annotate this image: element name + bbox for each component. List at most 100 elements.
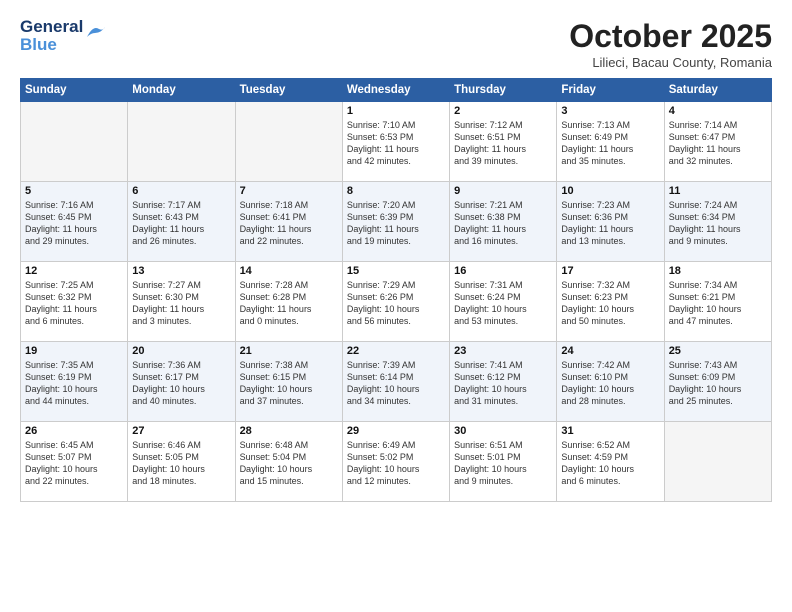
table-row: 14Sunrise: 7:28 AM Sunset: 6:28 PM Dayli…: [235, 262, 342, 342]
table-row: 21 Sunrise: 7:38 AM Sunset: 6:15 PM Dayli…: [235, 342, 342, 422]
table-row: 10 Sunrise: 7:23 AM Sunset: 6:36 PM Dayli…: [557, 182, 664, 262]
weekday-header-row: Sunday Monday Tuesday Wednesday Thursday…: [21, 79, 772, 102]
table-row: [235, 102, 342, 182]
day-info: Sunrise: 7:31 AM Sunset: 6:24 PM Dayligh…: [454, 279, 552, 328]
table-row: 31Sunrise: 6:52 AM Sunset: 4:59 PM Dayli…: [557, 422, 664, 502]
day-info: Sunrise: 7:43 AM Sunset: 6:09 PM Dayligh…: [669, 359, 767, 408]
day-info: Sunrise: 7:21 AM Sunset: 6:38 PM Dayligh…: [454, 199, 552, 248]
table-row: 1Sunrise: 7:10 AM Sunset: 6:53 PM Daylig…: [342, 102, 449, 182]
table-row: 24Sunrise: 7:42 AM Sunset: 6:10 PM Dayli…: [557, 342, 664, 422]
table-row: 26 Sunrise: 6:45 AM Sunset: 5:07 PM Dayli…: [21, 422, 128, 502]
table-row: 27Sunrise: 6:46 AM Sunset: 5:05 PM Dayli…: [128, 422, 235, 502]
day-info: Sunrise: 7:42 AM Sunset: 6:10 PM Dayligh…: [561, 359, 659, 408]
day-number: 3: [561, 105, 659, 117]
day-info: Sunrise: 7:41 AM Sunset: 6:12 PM Dayligh…: [454, 359, 552, 408]
table-row: 19 Sunrise: 7:35 AM Sunset: 6:19 PM Dayli…: [21, 342, 128, 422]
location-subtitle: Lilieci, Bacau County, Romania: [569, 55, 772, 70]
header-friday: Friday: [557, 79, 664, 102]
day-info: Sunrise: 7:35 AM Sunset: 6:19 PM Dayligh…: [25, 359, 123, 408]
calendar-week-row: 19 Sunrise: 7:35 AM Sunset: 6:19 PM Dayli…: [21, 342, 772, 422]
logo-line1: General: [20, 18, 83, 36]
calendar-body: 1Sunrise: 7:10 AM Sunset: 6:53 PM Daylig…: [21, 102, 772, 502]
header-tuesday: Tuesday: [235, 79, 342, 102]
day-info: Sunrise: 7:28 AM Sunset: 6:28 PM Dayligh…: [240, 279, 338, 328]
calendar-week-row: 12 Sunrise: 7:25 AM Sunset: 6:32 PM Dayli…: [21, 262, 772, 342]
header: General Blue October 2025 Lilieci, Bacau…: [20, 18, 772, 70]
day-number: 6: [132, 185, 230, 197]
day-info: Sunrise: 7:25 AM Sunset: 6:32 PM Dayligh…: [25, 279, 123, 328]
day-info: Sunrise: 7:29 AM Sunset: 6:26 PM Dayligh…: [347, 279, 445, 328]
day-info: Sunrise: 6:49 AM Sunset: 5:02 PM Dayligh…: [347, 439, 445, 488]
table-row: [128, 102, 235, 182]
day-number: 10: [561, 185, 659, 197]
table-row: 30 Sunrise: 6:51 AM Sunset: 5:01 PM Dayli…: [450, 422, 557, 502]
day-number: 13: [132, 265, 230, 277]
day-number: 7: [240, 185, 338, 197]
table-row: 9 Sunrise: 7:21 AM Sunset: 6:38 PM Daylig…: [450, 182, 557, 262]
day-info: Sunrise: 7:20 AM Sunset: 6:39 PM Dayligh…: [347, 199, 445, 248]
table-row: 6 Sunrise: 7:17 AM Sunset: 6:43 PM Daylig…: [128, 182, 235, 262]
table-row: 22Sunrise: 7:39 AM Sunset: 6:14 PM Dayli…: [342, 342, 449, 422]
day-info: Sunrise: 6:45 AM Sunset: 5:07 PM Dayligh…: [25, 439, 123, 488]
header-monday: Monday: [128, 79, 235, 102]
day-number: 28: [240, 425, 338, 437]
table-row: 5Sunrise: 7:16 AM Sunset: 6:45 PM Daylig…: [21, 182, 128, 262]
calendar-week-row: 1Sunrise: 7:10 AM Sunset: 6:53 PM Daylig…: [21, 102, 772, 182]
logo: General Blue: [20, 18, 107, 54]
table-row: 4 Sunrise: 7:14 AM Sunset: 6:47 PM Daylig…: [664, 102, 771, 182]
day-info: Sunrise: 7:34 AM Sunset: 6:21 PM Dayligh…: [669, 279, 767, 328]
day-info: Sunrise: 7:23 AM Sunset: 6:36 PM Dayligh…: [561, 199, 659, 248]
table-row: 2Sunrise: 7:12 AM Sunset: 6:51 PM Daylig…: [450, 102, 557, 182]
table-row: [21, 102, 128, 182]
table-row: 18 Sunrise: 7:34 AM Sunset: 6:21 PM Dayli…: [664, 262, 771, 342]
day-number: 21: [240, 345, 338, 357]
table-row: 13 Sunrise: 7:27 AM Sunset: 6:30 PM Dayli…: [128, 262, 235, 342]
day-number: 29: [347, 425, 445, 437]
day-number: 9: [454, 185, 552, 197]
day-info: Sunrise: 7:38 AM Sunset: 6:15 PM Dayligh…: [240, 359, 338, 408]
logo-line2: Blue: [20, 36, 83, 54]
day-number: 26: [25, 425, 123, 437]
header-sunday: Sunday: [21, 79, 128, 102]
day-number: 16: [454, 265, 552, 277]
table-row: 29 Sunrise: 6:49 AM Sunset: 5:02 PM Dayli…: [342, 422, 449, 502]
day-info: Sunrise: 7:27 AM Sunset: 6:30 PM Dayligh…: [132, 279, 230, 328]
day-info: Sunrise: 7:17 AM Sunset: 6:43 PM Dayligh…: [132, 199, 230, 248]
day-info: Sunrise: 6:51 AM Sunset: 5:01 PM Dayligh…: [454, 439, 552, 488]
day-info: Sunrise: 7:32 AM Sunset: 6:23 PM Dayligh…: [561, 279, 659, 328]
table-row: 7 Sunrise: 7:18 AM Sunset: 6:41 PM Daylig…: [235, 182, 342, 262]
day-number: 8: [347, 185, 445, 197]
table-row: 15 Sunrise: 7:29 AM Sunset: 6:26 PM Dayli…: [342, 262, 449, 342]
table-row: 12 Sunrise: 7:25 AM Sunset: 6:32 PM Dayli…: [21, 262, 128, 342]
month-title: October 2025: [569, 18, 772, 55]
day-number: 19: [25, 345, 123, 357]
day-number: 30: [454, 425, 552, 437]
day-number: 22: [347, 345, 445, 357]
day-number: 18: [669, 265, 767, 277]
header-wednesday: Wednesday: [342, 79, 449, 102]
day-info: Sunrise: 7:18 AM Sunset: 6:41 PM Dayligh…: [240, 199, 338, 248]
day-number: 5: [25, 185, 123, 197]
header-saturday: Saturday: [664, 79, 771, 102]
day-number: 31: [561, 425, 659, 437]
table-row: 11Sunrise: 7:24 AM Sunset: 6:34 PM Dayli…: [664, 182, 771, 262]
header-thursday: Thursday: [450, 79, 557, 102]
day-info: Sunrise: 7:13 AM Sunset: 6:49 PM Dayligh…: [561, 119, 659, 168]
table-row: 17 Sunrise: 7:32 AM Sunset: 6:23 PM Dayli…: [557, 262, 664, 342]
table-row: 23Sunrise: 7:41 AM Sunset: 6:12 PM Dayli…: [450, 342, 557, 422]
day-number: 25: [669, 345, 767, 357]
table-row: [664, 422, 771, 502]
day-number: 12: [25, 265, 123, 277]
day-number: 20: [132, 345, 230, 357]
table-row: 28Sunrise: 6:48 AM Sunset: 5:04 PM Dayli…: [235, 422, 342, 502]
table-row: 3 Sunrise: 7:13 AM Sunset: 6:49 PM Daylig…: [557, 102, 664, 182]
day-info: Sunrise: 7:14 AM Sunset: 6:47 PM Dayligh…: [669, 119, 767, 168]
day-info: Sunrise: 7:36 AM Sunset: 6:17 PM Dayligh…: [132, 359, 230, 408]
day-number: 11: [669, 185, 767, 197]
table-row: 20 Sunrise: 7:36 AM Sunset: 6:17 PM Dayli…: [128, 342, 235, 422]
day-number: 15: [347, 265, 445, 277]
table-row: 8 Sunrise: 7:20 AM Sunset: 6:39 PM Daylig…: [342, 182, 449, 262]
day-number: 17: [561, 265, 659, 277]
day-number: 4: [669, 105, 767, 117]
day-info: Sunrise: 7:12 AM Sunset: 6:51 PM Dayligh…: [454, 119, 552, 168]
